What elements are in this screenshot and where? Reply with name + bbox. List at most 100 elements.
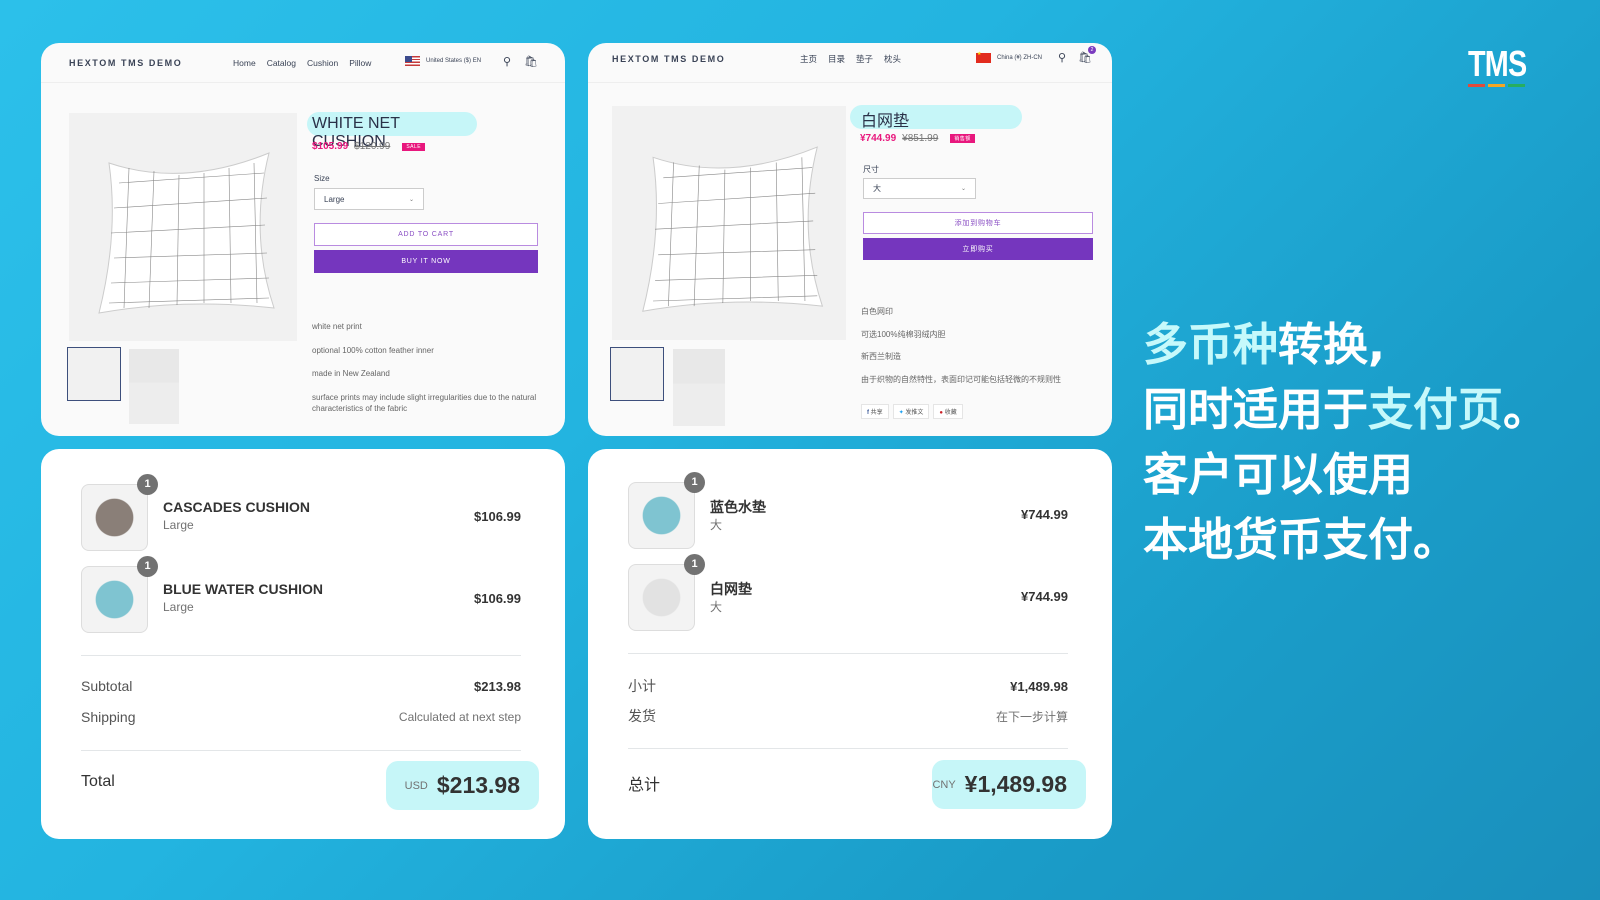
cn-flag-icon	[976, 51, 991, 63]
chevron-down-icon: ⌄	[960, 186, 966, 192]
nav-home[interactable]: Home	[233, 58, 256, 68]
nav-catalog[interactable]: 目录	[828, 53, 845, 65]
store-logo[interactable]: HEXTOM TMS DEMO	[612, 54, 725, 64]
facebook-share-button[interactable]: f 共享	[861, 404, 889, 419]
shipping-label: Shipping	[81, 709, 136, 725]
logo-text: TMS	[1468, 43, 1527, 84]
search-icon[interactable]: ⚲	[1058, 51, 1066, 64]
cn-product-page: HEXTOM TMS DEMO 主页 目录 垫子 枕头 China (¥) ZH…	[588, 43, 1112, 436]
sale-badge: SALE	[402, 142, 426, 151]
shipping-value: Calculated at next step	[398, 710, 521, 724]
headline-line-2: 同时适用于支付页。	[1143, 377, 1548, 442]
product-description-2: optional 100% cotton feather inner	[312, 346, 434, 355]
cart-count-badge: 2	[1087, 46, 1096, 54]
marketing-headline: 多币种转换, 同时适用于支付页。 客户可以使用 本地货币支付。	[1143, 312, 1548, 572]
original-price: ¥851.99	[902, 133, 939, 144]
product-price: ¥744.99 ¥851.99 销售额	[860, 133, 975, 144]
subtotal-label: Subtotal	[81, 678, 133, 694]
logo-bar-green	[1508, 84, 1525, 87]
sale-price: $105.99	[312, 141, 349, 152]
search-icon[interactable]: ⚲	[503, 55, 511, 68]
size-label: 尺寸	[863, 165, 879, 174]
product-description-1: white net print	[312, 322, 362, 331]
white-net-pillow-image	[642, 146, 824, 312]
region-selector[interactable]: China (¥) ZH-CN	[976, 51, 1043, 63]
nav-cushion[interactable]: Cushion	[307, 58, 338, 68]
item-price: $106.99	[474, 591, 521, 606]
item-price: ¥744.99	[1021, 589, 1068, 604]
pinterest-share-button[interactable]: ● 收藏	[933, 404, 963, 419]
size-value: Large	[324, 194, 345, 204]
shipping-label: 发货	[628, 708, 656, 724]
add-to-cart-button[interactable]: 添加到购物车	[863, 212, 1093, 234]
item-name: BLUE WATER CUSHION	[163, 581, 323, 597]
divider	[81, 750, 521, 751]
store-logo[interactable]: HEXTOM TMS DEMO	[69, 58, 182, 68]
white-net-cushion-thumbnail	[628, 564, 695, 631]
logo-color-bars	[1468, 84, 1530, 87]
twitter-share-button[interactable]: ✦ 发推文	[892, 404, 930, 419]
headline-text: 同时适用于	[1143, 383, 1369, 436]
cart-icon[interactable]: 🛍 2	[1078, 46, 1096, 64]
nav-cushion[interactable]: 垫子	[856, 53, 873, 65]
region-selector[interactable]: United States ($) EN	[405, 56, 481, 66]
item-name: CASCADES CUSHION	[163, 499, 311, 515]
headline-text: 转换,	[1278, 318, 1386, 371]
store-header: HEXTOM TMS DEMO 主页 目录 垫子 枕头 China (¥) ZH…	[588, 43, 1112, 83]
subtotal-row: 小计 ¥1,489.98	[628, 676, 1068, 696]
line-item: 1 CASCADES CUSHION Large $106.99	[81, 474, 521, 552]
nav-pillow[interactable]: Pillow	[349, 58, 371, 68]
divider	[81, 655, 521, 656]
subtotal-value: ¥1,489.98	[1010, 678, 1068, 694]
total-label: Total	[81, 773, 115, 790]
main-menu: 主页 目录 垫子 枕头	[800, 53, 901, 65]
quantity-badge: 1	[137, 474, 158, 495]
nav-pillow[interactable]: 枕头	[884, 53, 901, 65]
add-to-cart-button[interactable]: ADD TO CART	[314, 223, 538, 246]
nav-catalog[interactable]: Catalog	[267, 58, 296, 68]
logo-bar-red	[1468, 84, 1485, 87]
en-product-page: HEXTOM TMS DEMO Home Catalog Cushion Pil…	[41, 43, 565, 436]
shipping-row: 发货 在下一步计算	[628, 706, 1068, 726]
product-main-image[interactable]	[69, 113, 297, 341]
share-label: 共享	[870, 410, 883, 416]
line-item: 1 白网垫 大 ¥744.99	[628, 554, 1068, 632]
main-menu: Home Catalog Cushion Pillow	[233, 58, 371, 68]
product-thumbnail-1[interactable]	[67, 347, 121, 401]
size-select[interactable]: Large ⌄	[314, 188, 424, 210]
divider	[628, 653, 1068, 654]
item-name: 蓝色水垫	[710, 499, 766, 515]
cn-order-summary: 1 蓝色水垫 大 ¥744.99 1 白网垫 大 ¥744.99 小计 ¥1,4…	[588, 449, 1112, 839]
product-description-1: 白色网印	[861, 307, 893, 316]
product-thumbnail-2[interactable]	[673, 349, 725, 426]
product-price: $105.99 $120.99 SALE	[312, 141, 426, 152]
nav-home[interactable]: 主页	[800, 53, 817, 65]
tms-logo: TMS	[1468, 46, 1530, 87]
item-variant: 大	[710, 518, 723, 532]
product-description-4: surface prints may include slight irregu…	[312, 393, 537, 413]
item-variant: 大	[710, 600, 723, 614]
divider	[628, 748, 1068, 749]
headline-line-1: 多币种转换,	[1143, 312, 1548, 377]
buy-now-button[interactable]: 立即购买	[863, 238, 1093, 260]
quantity-badge: 1	[137, 556, 158, 577]
headline-highlight: 多币种	[1143, 318, 1279, 371]
product-thumbnail-2[interactable]	[129, 349, 179, 424]
buy-now-button[interactable]: BUY IT NOW	[314, 250, 538, 273]
subtotal-row: Subtotal $213.98	[81, 678, 521, 694]
cart-icon[interactable]: 🛍	[524, 55, 538, 68]
product-title: WHITE NET CUSHION	[307, 112, 477, 150]
total-value: $213.98	[436, 772, 520, 798]
size-select[interactable]: 大 ⌄	[863, 178, 976, 199]
pin-label: 收藏	[944, 410, 957, 416]
product-thumbnail-1[interactable]	[610, 347, 664, 401]
total-amount-highlight: CNY ¥1,489.98	[932, 760, 1086, 809]
item-variant: Large	[163, 600, 194, 614]
product-description-3: made in New Zealand	[312, 369, 390, 378]
region-label: China (¥) ZH-CN	[997, 55, 1043, 61]
chevron-down-icon: ⌄	[408, 196, 414, 203]
line-item: 1 蓝色水垫 大 ¥744.99	[628, 472, 1068, 550]
product-main-image[interactable]	[612, 106, 846, 340]
currency-code: CNY	[932, 778, 956, 791]
subtotal-label: 小计	[628, 678, 656, 694]
